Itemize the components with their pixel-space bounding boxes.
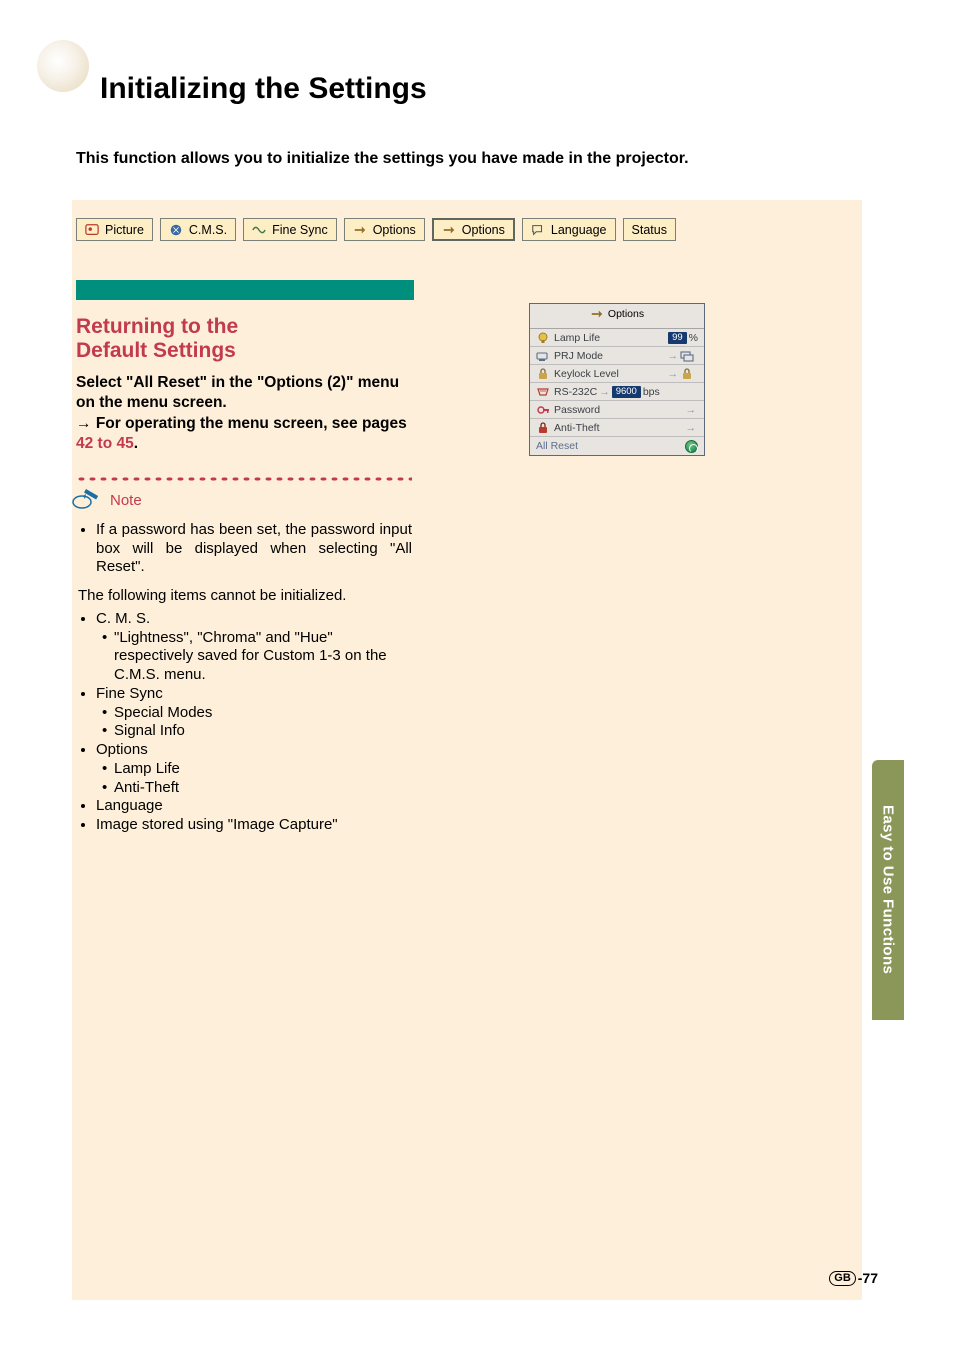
section-title-line1: Returning to the (76, 315, 238, 338)
language-icon (531, 223, 545, 237)
osd-row-password[interactable]: Password → (530, 401, 704, 419)
note-item-options: Options Lamp Life Anti-Theft (96, 741, 412, 797)
tab-language[interactable]: Language (522, 218, 616, 241)
page-link[interactable]: 42 to 45 (76, 435, 134, 452)
osd-rs232c-label: RS-232C (554, 386, 597, 398)
note-item-finesync-label: Fine Sync (96, 685, 163, 702)
shield-lock-icon (536, 421, 550, 435)
osd-row-keylock[interactable]: Keylock Level → (530, 365, 704, 383)
picture-icon (85, 223, 99, 237)
tab-label: C.M.S. (189, 223, 227, 237)
osd-lamplife-unit: % (689, 332, 698, 344)
osd-prjmode-label: PRJ Mode (554, 350, 603, 362)
osd-password-label: Password (554, 404, 600, 416)
tab-label: Language (551, 223, 607, 237)
cms-icon (169, 223, 183, 237)
osd-row-allreset[interactable]: All Reset (530, 437, 704, 455)
tab-label: Fine Sync (272, 223, 328, 237)
osd-rs232c-unit: bps (643, 386, 660, 398)
page-footer: GB -77 (829, 1270, 878, 1286)
tab-options-1[interactable]: Options (344, 218, 425, 241)
region-badge: GB (829, 1271, 856, 1286)
note-fs-si: Signal Info (114, 722, 412, 741)
arrow-icon: → (76, 415, 96, 432)
note-op-at: Anti-Theft (114, 779, 412, 798)
projector-icon (536, 349, 550, 363)
note-header: Note (72, 486, 412, 515)
note-item-cms-label: C. M. S. (96, 610, 150, 627)
instruction-text: Select "All Reset" in the "Options (2)" … (76, 373, 412, 454)
chevron-right-icon: → (668, 368, 679, 380)
chevron-right-icon: → (599, 386, 610, 398)
osd-rs232c-value: 9600 (612, 386, 641, 398)
chevron-right-icon: → (686, 422, 697, 434)
note-item-imgcap: Image stored using "Image Capture" (96, 816, 412, 835)
note-label: Note (110, 492, 142, 509)
reset-icon (685, 440, 698, 453)
osd-options-panel: Options Lamp Life 99 % PRJ Mode → Keyloc… (529, 303, 705, 456)
tab-label: Picture (105, 223, 144, 237)
osd-lamplife-value: 99 (668, 332, 687, 344)
lock-icon (536, 367, 550, 381)
note-password: If a password has been set, the password… (96, 521, 412, 577)
note-op-ll: Lamp Life (114, 760, 412, 779)
options-icon (590, 307, 604, 321)
osd-row-rs232c[interactable]: RS-232C → 9600 bps (530, 383, 704, 401)
options-icon (442, 223, 456, 237)
instruction-main: Select "All Reset" in the "Options (2)" … (76, 374, 399, 411)
side-tab-label: Easy to Use Functions (880, 805, 897, 974)
dotted-divider (76, 476, 412, 482)
section-title-line2: Default Settings (76, 339, 412, 363)
finesync-icon (252, 223, 266, 237)
note-item-options-label: Options (96, 741, 148, 758)
osd-lamplife-label: Lamp Life (554, 332, 600, 344)
tab-cms[interactable]: C.M.S. (160, 218, 236, 241)
side-tab: Easy to Use Functions (872, 760, 904, 1020)
note-body: If a password has been set, the password… (78, 521, 412, 835)
note-item-finesync: Fine Sync Special Modes Signal Info (96, 685, 412, 741)
tab-label: Options (373, 223, 416, 237)
tab-options-2-selected[interactable]: Options (432, 218, 515, 241)
options-icon (353, 223, 367, 237)
note-fs-sm: Special Modes (114, 704, 412, 723)
title-bullet-decor (37, 40, 89, 92)
instruction-cont: For operating the menu screen, see pages (96, 415, 407, 432)
note-cms-sub: "Lightness", "Chroma" and "Hue" respecti… (114, 629, 412, 685)
chevron-right-icon: → (686, 404, 697, 416)
instruction-period: . (134, 435, 138, 452)
serial-port-icon (536, 385, 550, 399)
osd-title-label: Options (608, 308, 644, 320)
left-column: Returning to the Default Settings Select… (76, 315, 412, 835)
page-number: -77 (858, 1270, 878, 1286)
page-title: Initializing the Settings (100, 72, 427, 106)
note-pencil-icon (72, 486, 104, 515)
note-item-language: Language (96, 797, 412, 816)
osd-row-antitheft[interactable]: Anti-Theft → (530, 419, 704, 437)
osd-antitheft-label: Anti-Theft (554, 422, 600, 434)
section-green-bar (76, 280, 414, 300)
prjmode-value-icon (680, 349, 694, 363)
menu-tab-bar: Picture C.M.S. Fine Sync Options Options… (76, 218, 676, 241)
section-title: Returning to the Default Settings (76, 315, 412, 363)
lock-icon (680, 367, 694, 381)
osd-row-lamplife[interactable]: Lamp Life 99 % (530, 329, 704, 347)
intro-text: This function allows you to initialize t… (76, 150, 689, 168)
note-item-cms: C. M. S. "Lightness", "Chroma" and "Hue"… (96, 610, 412, 685)
tab-picture[interactable]: Picture (76, 218, 153, 241)
tab-status[interactable]: Status (623, 218, 676, 241)
osd-title-bar: Options (530, 304, 704, 329)
key-icon (536, 403, 550, 417)
osd-row-prjmode[interactable]: PRJ Mode → (530, 347, 704, 365)
chevron-right-icon: → (668, 350, 679, 362)
osd-keylock-label: Keylock Level (554, 368, 619, 380)
note-following: The following items cannot be initialize… (78, 587, 412, 606)
tab-finesync[interactable]: Fine Sync (243, 218, 337, 241)
osd-allreset-label: All Reset (536, 440, 578, 452)
lamp-icon (536, 331, 550, 345)
tab-label: Options (462, 223, 505, 237)
tab-label: Status (632, 223, 667, 237)
